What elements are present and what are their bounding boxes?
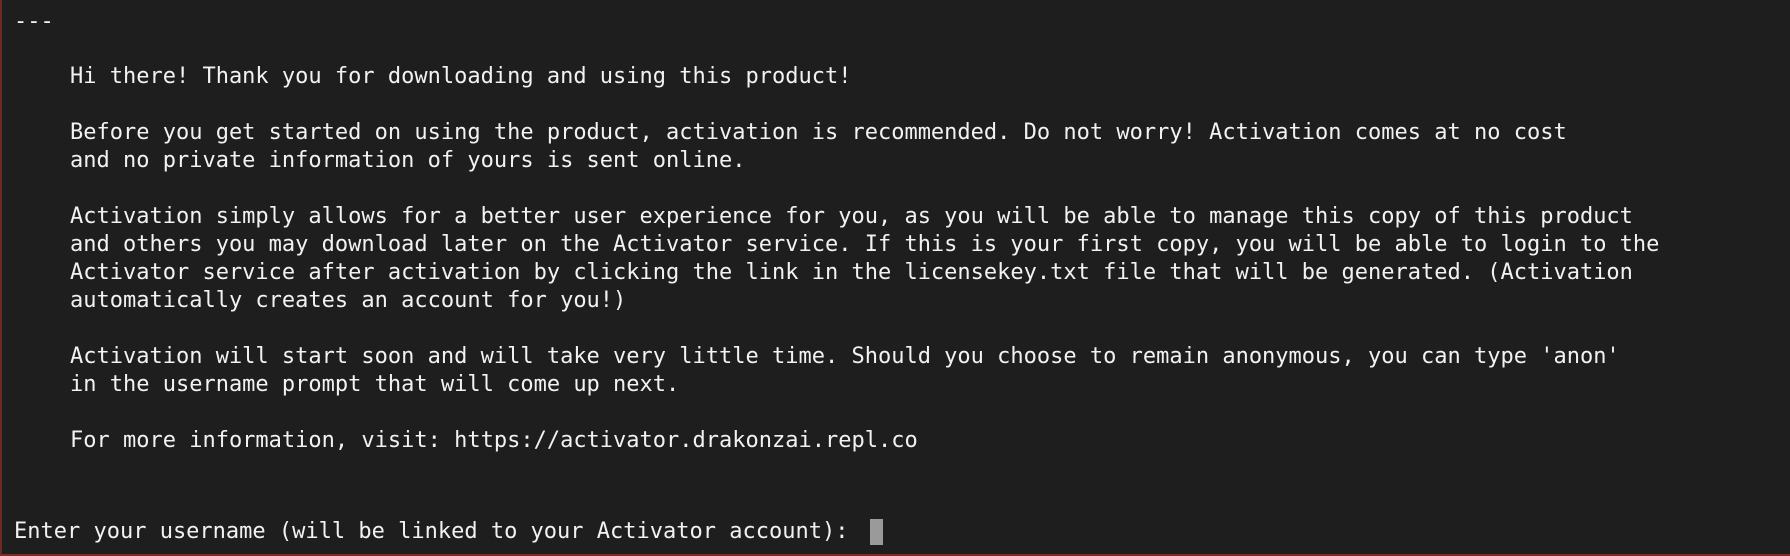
username-prompt-label: Enter your username (will be linked to y… (14, 519, 862, 544)
activation-benefits-line-4: automatically creates an account for you… (70, 288, 627, 313)
anon-info-line-1: Activation will start soon and will take… (70, 344, 1620, 369)
username-input[interactable] (861, 519, 866, 545)
activation-benefits-line-1: Activation simply allows for a better us… (70, 204, 1633, 229)
terminal-window[interactable]: --- Hi there! Thank you for downloading … (0, 0, 1790, 556)
anon-info-line-2: in the username prompt that will come up… (70, 372, 680, 397)
activation-intro-line-1: Before you get started on using the prod… (70, 120, 1567, 145)
activation-intro-line-2: and no private information of yours is s… (70, 148, 746, 173)
username-prompt-row[interactable]: Enter your username (will be linked to y… (14, 518, 883, 546)
more-info-line: For more information, visit: https://act… (70, 428, 918, 453)
activation-benefits-line-2: and others you may download later on the… (70, 232, 1660, 257)
greeting-line: Hi there! Thank you for downloading and … (70, 64, 852, 89)
text-cursor (869, 519, 883, 545)
activation-benefits-line-3: Activator service after activation by cl… (70, 260, 1633, 285)
separator-line: --- (14, 9, 54, 34)
